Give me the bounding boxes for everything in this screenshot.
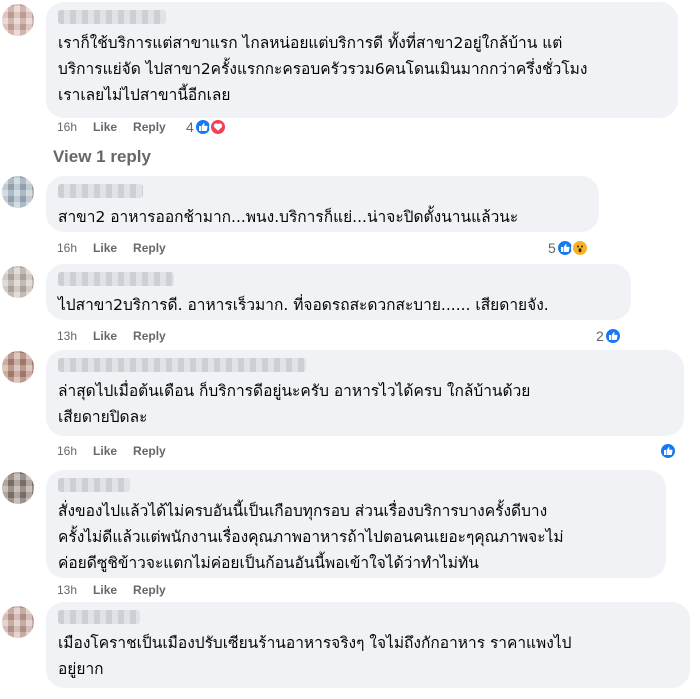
comment-bubble: สาขา2 อาหารออกช้ามาก...พนง.บริการก็แย่..… [46,176,599,232]
comment-bubble: สั่งของไปแล้วได้ไม่ครบอันนี้เป็นเกือบทุก… [46,470,666,578]
reaction-count: 4 [186,119,194,135]
comment-text: สาขา2 อาหารออกช้ามาก...พนง.บริการก็แย่..… [58,208,519,226]
timestamp[interactable]: 16h [57,120,77,134]
reaction-count: 2 [596,328,604,344]
reaction-count: 5 [548,240,556,256]
avatar[interactable] [2,176,34,208]
avatar[interactable] [2,351,34,383]
timestamp[interactable]: 16h [57,241,77,255]
wow-icon [570,239,589,257]
author-name-blurred[interactable] [58,610,140,624]
comment-actions: 16h Like Reply [57,239,182,257]
timestamp[interactable]: 13h [57,329,77,343]
like-button[interactable]: Like [93,444,117,458]
like-icon [659,442,677,460]
comment-bubble: ไปสาขา2บริการดี. อาหารเร็วมาก. ที่จอดรถส… [46,264,631,320]
like-button[interactable]: Like [93,241,117,255]
view-replies-link[interactable]: View 1 reply [53,147,151,167]
love-icon [208,118,227,136]
comment-bubble: เมืองโคราชเป็นเมืองปรับเซียนร้านอาหารจริ… [46,602,690,688]
reaction-summary[interactable]: 4 [186,117,227,137]
avatar[interactable] [2,472,34,504]
author-name-blurred[interactable] [58,272,174,286]
author-name-blurred[interactable] [58,184,143,198]
timestamp[interactable]: 13h [57,583,77,597]
author-name-blurred[interactable] [58,478,130,492]
like-button[interactable]: Like [93,120,117,134]
timestamp[interactable]: 16h [57,444,77,458]
comment-actions: 13h Like Reply [57,581,182,599]
avatar[interactable] [2,266,34,298]
comment-actions: 16h Like Reply [57,118,182,136]
author-name-blurred[interactable] [58,358,306,372]
reply-button[interactable]: Reply [133,120,166,134]
reply-button[interactable]: Reply [133,583,166,597]
reply-button[interactable]: Reply [133,444,166,458]
like-button[interactable]: Like [93,329,117,343]
avatar[interactable] [2,4,34,36]
reaction-summary[interactable] [659,441,677,461]
reaction-summary[interactable]: 2 [596,326,622,346]
comment-text: สั่งของไปแล้วได้ไม่ครบอันนี้เป็นเกือบทุก… [58,502,564,572]
avatar[interactable] [2,606,34,638]
reaction-summary[interactable]: 5 [548,238,589,258]
comment-bubble: เราก็ใช้บริการแต่สาขาแรก ไกลหน่อยแต่บริก… [46,2,678,118]
comment-text: เมืองโคราชเป็นเมืองปรับเซียนร้านอาหารจริ… [58,634,572,678]
comment-text: เราก็ใช้บริการแต่สาขาแรก ไกลหน่อยแต่บริก… [58,34,588,104]
reply-button[interactable]: Reply [133,241,166,255]
reply-button[interactable]: Reply [133,329,166,343]
comment-bubble: ล่าสุดไปเมื่อต้นเดือน ก็บริการดีอยู่นะคร… [46,350,684,436]
like-button[interactable]: Like [93,583,117,597]
author-name-blurred[interactable] [58,10,166,24]
comment-actions: 13h Like Reply [57,327,182,345]
comment-text: ไปสาขา2บริการดี. อาหารเร็วมาก. ที่จอดรถส… [58,296,549,314]
comment-actions: 16h Like Reply [57,442,182,460]
comment-text: ล่าสุดไปเมื่อต้นเดือน ก็บริการดีอยู่นะคร… [58,382,531,426]
like-icon [603,327,622,345]
